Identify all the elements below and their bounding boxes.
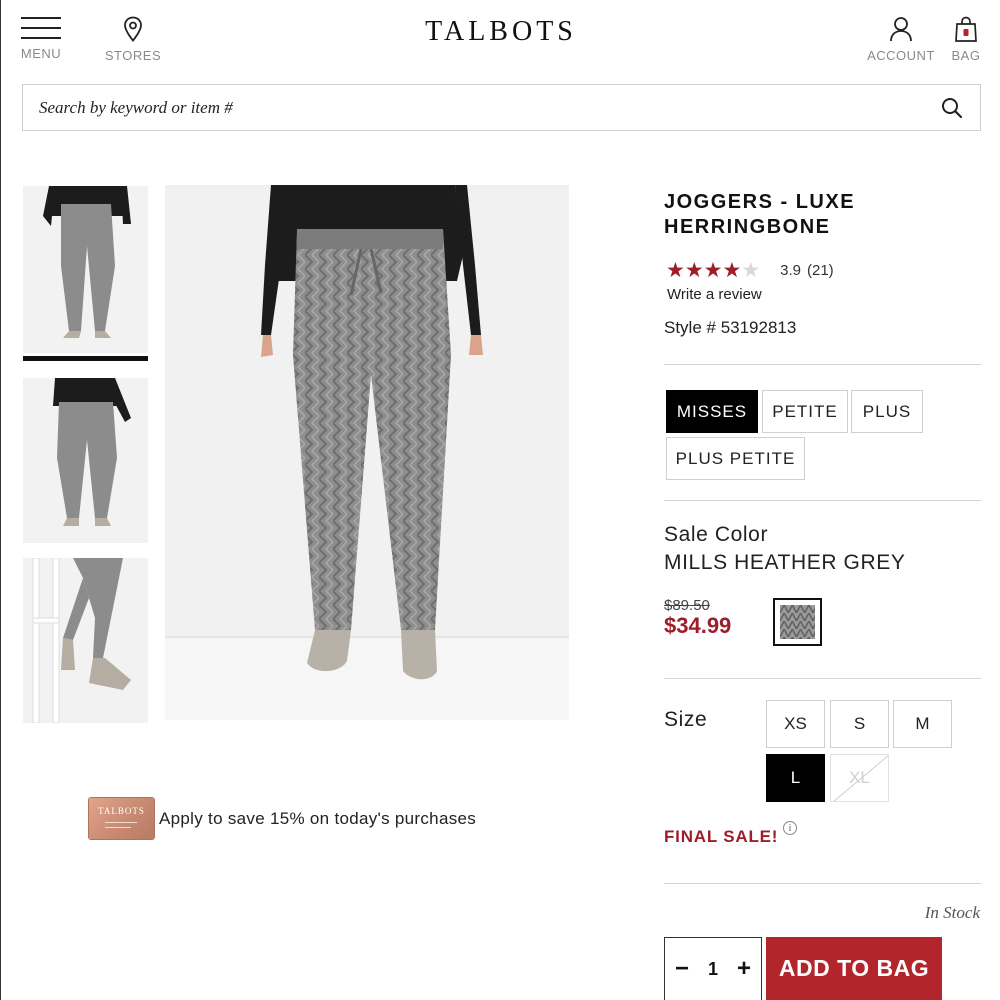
sale-price: $34.99 <box>664 613 732 638</box>
fit-option-petite[interactable]: PETITE <box>762 390 848 433</box>
fit-option-plus[interactable]: PLUS <box>851 390 923 433</box>
size-option-xl[interactable]: XL <box>830 754 889 802</box>
rating-score: 3.9 <box>780 262 801 279</box>
rating-stars: ★★★★ ★ <box>666 260 760 281</box>
fit-option-plus-petite[interactable]: PLUS PETITE <box>666 437 805 480</box>
original-price: $89.50 <box>664 597 710 614</box>
divider <box>664 883 981 884</box>
final-sale-label: FINAL SALE! <box>664 827 779 846</box>
add-to-bag-button[interactable]: ADD TO BAG <box>766 937 942 1000</box>
size-option-s[interactable]: S <box>830 700 889 748</box>
product-thumbnail-front[interactable] <box>23 186 148 353</box>
stores-button[interactable]: STORES <box>104 16 162 63</box>
product-main-image[interactable] <box>165 185 569 720</box>
rating-stars-filled: ★★★★ <box>666 259 742 282</box>
shopping-bag-icon <box>955 16 977 42</box>
search-bar <box>22 84 981 131</box>
account-icon <box>890 17 912 42</box>
fit-option-misses[interactable]: MISSES <box>666 390 758 433</box>
rating-stars-empty: ★ <box>741 259 761 282</box>
divider <box>664 364 981 365</box>
product-rating[interactable]: ★★★★ ★ 3.9 (21) <box>666 260 834 281</box>
credit-card-promo[interactable]: TALBOTS Apply to save 15% on today's pur… <box>89 798 476 839</box>
size-option-l[interactable]: L <box>766 754 825 802</box>
style-number: Style # 53192813 <box>664 318 797 337</box>
quantity-decrease-button[interactable]: − <box>673 955 691 983</box>
hamburger-icon <box>21 16 61 40</box>
card-brand-text: TALBOTS <box>98 806 145 816</box>
quantity-increase-button[interactable]: + <box>735 955 753 983</box>
brand-logo[interactable]: TALBOTS <box>425 16 577 47</box>
color-swatch-mills-heather-grey[interactable] <box>773 598 822 646</box>
menu-button[interactable]: MENU <box>21 16 61 61</box>
stores-label: STORES <box>104 48 162 63</box>
divider <box>664 678 981 679</box>
size-label: Size <box>664 708 708 731</box>
product-thumbnail-detail-image <box>23 558 148 723</box>
thumbnail-selected-indicator <box>23 356 148 361</box>
quantity-stepper: − 1 + <box>664 937 762 1000</box>
product-title: JOGGERS - LUXE HERRINGBONE <box>664 191 856 238</box>
info-icon[interactable]: i <box>783 821 797 835</box>
size-option-m[interactable]: M <box>893 700 952 748</box>
color-name: MILLS HEATHER GREY <box>664 551 906 574</box>
quantity-value[interactable]: 1 <box>708 959 718 980</box>
location-pin-icon <box>124 16 142 42</box>
unavailable-strike <box>833 755 888 801</box>
product-main-image-art <box>165 185 569 720</box>
search-icon[interactable] <box>940 96 964 120</box>
stock-status: In Stock <box>924 903 980 922</box>
herringbone-swatch-pattern <box>780 605 815 639</box>
bag-button[interactable]: BAG <box>949 16 983 63</box>
product-thumbnail-detail[interactable] <box>23 558 148 723</box>
search-input[interactable] <box>39 97 940 118</box>
product-thumbnail-front-image <box>23 186 148 353</box>
rating-count: (21) <box>807 262 834 279</box>
product-thumbnail-back[interactable] <box>23 378 148 543</box>
size-option-xs[interactable]: XS <box>766 700 825 748</box>
color-label: Sale Color <box>664 523 769 546</box>
divider <box>664 500 981 501</box>
account-button[interactable]: ACCOUNT <box>867 16 935 63</box>
credit-card-promo-text: Apply to save 15% on today's purchases <box>159 808 477 828</box>
menu-label: MENU <box>20 46 62 61</box>
account-label: ACCOUNT <box>867 48 935 63</box>
write-review-link[interactable]: Write a review <box>667 286 762 303</box>
product-thumbnail-back-image <box>23 378 148 543</box>
talbots-card-image: TALBOTS <box>89 798 154 839</box>
bag-label: BAG <box>951 48 981 63</box>
